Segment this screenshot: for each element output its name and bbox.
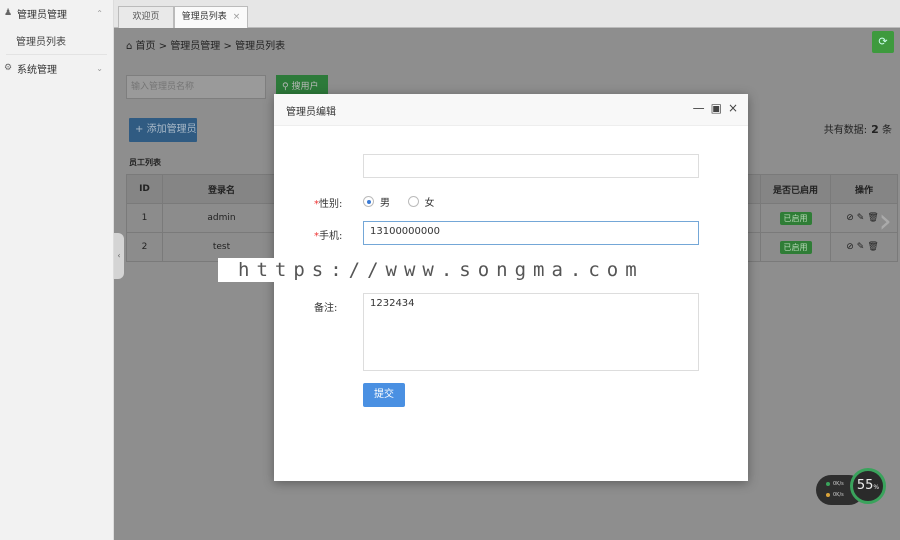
search-icon: ⚲ bbox=[282, 82, 289, 92]
total-label: 共有数据: bbox=[823, 125, 868, 136]
radio-label: 男 bbox=[380, 198, 390, 209]
search-input[interactable] bbox=[126, 75, 266, 99]
breadcrumb-home[interactable]: 首页 bbox=[136, 41, 156, 52]
add-admin-button[interactable]: + 添加管理员 bbox=[129, 118, 197, 142]
download-speed-value: 0K/s bbox=[833, 492, 844, 498]
remark-textarea[interactable]: 1232434 bbox=[363, 293, 699, 371]
gear-icon: ⚙ bbox=[4, 63, 13, 73]
sidebar: ♟ 管理员管理 ⌃ 管理员列表 ⚙ 系统管理 ⌄ bbox=[0, 0, 114, 540]
tab-welcome[interactable]: 欢迎页 bbox=[118, 6, 174, 28]
plus-icon: + bbox=[135, 124, 144, 135]
chevron-right-icon[interactable]: › bbox=[878, 201, 892, 241]
tab-label: 欢迎页 bbox=[132, 12, 160, 22]
gender-label-text: 性别: bbox=[319, 199, 343, 210]
radio-dot bbox=[407, 196, 419, 207]
refresh-button[interactable]: ⟳ bbox=[872, 31, 894, 53]
breadcrumb-separator: > bbox=[223, 41, 232, 52]
network-speed-widget[interactable]: 0K/s 0K/s 55% bbox=[816, 468, 886, 510]
total-unit: 条 bbox=[882, 125, 892, 136]
minimize-icon[interactable]: — bbox=[693, 101, 705, 115]
tab-label: 管理员列表 bbox=[181, 12, 227, 22]
close-icon[interactable]: × bbox=[728, 101, 738, 115]
sidebar-group-label: 管理员管理 bbox=[17, 9, 67, 21]
maximize-icon[interactable]: ▣ bbox=[711, 101, 722, 115]
col-header-id: ID bbox=[126, 174, 163, 204]
modal-header: 管理员编辑 — ▣ × bbox=[274, 94, 748, 126]
col-header-status: 是否已启用 bbox=[760, 174, 831, 204]
breadcrumb-level2: 管理员列表 bbox=[235, 41, 286, 52]
total-count: 共有数据: 2 条 bbox=[824, 121, 892, 136]
sidebar-group-label: 系统管理 bbox=[17, 64, 57, 76]
cell-status: 已启用 bbox=[760, 203, 831, 233]
status-badge[interactable]: 已启用 bbox=[779, 211, 812, 225]
close-icon[interactable]: × bbox=[233, 12, 241, 22]
cell-status: 已启用 bbox=[760, 232, 831, 262]
watermark-text: https://www.songma.com bbox=[218, 258, 670, 282]
admin-edit-modal: 管理员编辑 — ▣ × *性别: 男 女 *手机: 13100000000 备注… bbox=[274, 94, 748, 481]
name-field[interactable] bbox=[363, 154, 699, 178]
edit-icon[interactable]: ✎ bbox=[857, 213, 868, 223]
table-title: 员工列表 bbox=[129, 158, 161, 167]
user-icon: ♟ bbox=[4, 8, 13, 18]
tab-admin-list[interactable]: 管理员列表 × bbox=[174, 6, 248, 28]
modal-title: 管理员编辑 bbox=[286, 107, 336, 118]
remark-label: 备注: bbox=[314, 303, 338, 314]
refresh-icon: ⟳ bbox=[878, 35, 888, 48]
toggle-icon[interactable]: ⊘ bbox=[846, 213, 857, 223]
upload-speed: 0K/s bbox=[826, 481, 844, 487]
col-header-login: 登录名 bbox=[162, 174, 281, 204]
speed-percent-value: 55 bbox=[856, 478, 874, 493]
status-badge[interactable]: 已启用 bbox=[779, 240, 812, 254]
gender-female-radio[interactable]: 女 bbox=[407, 194, 435, 209]
sidebar-group-system[interactable]: ⚙ 系统管理 ⌄ bbox=[0, 55, 113, 81]
breadcrumb-level1[interactable]: 管理员管理 bbox=[170, 41, 220, 52]
gender-male-radio[interactable]: 男 bbox=[363, 194, 390, 209]
sidebar-item-admin-list[interactable]: 管理员列表 bbox=[0, 26, 113, 54]
chevron-left-icon: ‹ bbox=[117, 251, 121, 260]
gender-label: *性别: bbox=[314, 195, 362, 210]
sidebar-collapse-handle[interactable]: ‹ bbox=[114, 233, 124, 279]
sidebar-item-label: 管理员列表 bbox=[16, 36, 66, 48]
gender-radio-group: 男 女 bbox=[363, 194, 449, 210]
breadcrumb: ⌂ 首页 > 管理员管理 > 管理员列表 bbox=[126, 37, 285, 52]
sidebar-group-admin[interactable]: ♟ 管理员管理 ⌃ bbox=[0, 0, 113, 26]
toggle-icon[interactable]: ⊘ bbox=[846, 242, 857, 252]
breadcrumb-separator: > bbox=[158, 41, 168, 52]
delete-icon[interactable]: 🗑 bbox=[867, 242, 881, 252]
upload-speed-value: 0K/s bbox=[833, 481, 844, 487]
speed-percent: 55% bbox=[850, 468, 886, 504]
cell-login: admin bbox=[162, 203, 281, 233]
phone-label: *手机: bbox=[314, 227, 362, 242]
chevron-up-icon: ⌃ bbox=[96, 8, 103, 18]
phone-field[interactable]: 13100000000 bbox=[363, 221, 699, 245]
total-number: 2 bbox=[871, 123, 879, 136]
radio-label: 女 bbox=[424, 198, 435, 209]
cell-id: 1 bbox=[126, 203, 163, 233]
search-button-label: 搜用户 bbox=[291, 82, 319, 92]
edit-icon[interactable]: ✎ bbox=[857, 242, 868, 252]
home-icon: ⌂ bbox=[126, 41, 133, 52]
download-speed: 0K/s bbox=[826, 492, 844, 498]
modal-controls: — ▣ × bbox=[693, 101, 738, 115]
phone-label-text: 手机: bbox=[319, 231, 343, 242]
add-admin-label: 添加管理员 bbox=[146, 124, 197, 135]
cell-id: 2 bbox=[126, 232, 163, 262]
chevron-down-icon: ⌄ bbox=[96, 63, 103, 73]
upload-dot bbox=[826, 481, 830, 486]
download-dot bbox=[826, 492, 830, 497]
submit-button[interactable]: 提交 bbox=[363, 383, 405, 407]
col-header-ops: 操作 bbox=[830, 174, 898, 204]
radio-dot-checked bbox=[363, 196, 374, 207]
speed-percent-unit: % bbox=[873, 484, 880, 491]
tab-bar: 欢迎页 管理员列表 × bbox=[114, 0, 900, 28]
